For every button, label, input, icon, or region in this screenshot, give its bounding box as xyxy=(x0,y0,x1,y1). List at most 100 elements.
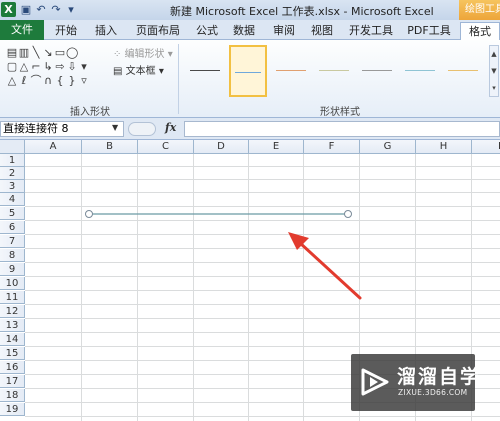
arc-shape-icon[interactable]: ∩ xyxy=(42,74,54,88)
redo-icon[interactable]: ↷ xyxy=(50,3,62,16)
undo-icon[interactable]: ↶ xyxy=(35,3,47,16)
down-arrow-shape-icon[interactable]: ⇩ xyxy=(66,60,78,74)
brace-left-shape-icon[interactable]: { xyxy=(54,74,66,88)
gridline xyxy=(25,346,500,347)
row-header-18[interactable]: 18 xyxy=(0,389,25,402)
gridline xyxy=(25,248,500,249)
style-line-preview xyxy=(405,70,435,71)
shape-style-2-selected[interactable] xyxy=(229,45,267,97)
tab-review[interactable]: 审阅 xyxy=(266,22,302,40)
tab-home[interactable]: 开始 xyxy=(46,22,86,40)
title-bar: X ▣ ↶ ↷ ▾ 新建 Microsoft Excel 工作表.xlsx - … xyxy=(0,0,500,20)
column-header-i[interactable]: I xyxy=(472,140,500,154)
excel-logo-icon[interactable]: X xyxy=(1,2,16,17)
column-header-b[interactable]: B xyxy=(82,140,138,154)
row-header-13[interactable]: 13 xyxy=(0,319,25,332)
row-header-11[interactable]: 11 xyxy=(0,291,25,304)
more-shapes-icon[interactable]: ▾ xyxy=(78,60,90,74)
formula-input[interactable] xyxy=(184,121,500,137)
row-header-12[interactable]: 12 xyxy=(0,305,25,318)
select-all-corner[interactable] xyxy=(0,140,25,154)
line-shape-icon[interactable]: ╲ xyxy=(30,46,42,60)
formula-bar-resize-handle[interactable] xyxy=(128,122,156,136)
customize-icon[interactable]: ▾ xyxy=(65,3,77,16)
column-header-a[interactable]: A xyxy=(25,140,82,154)
save-icon[interactable]: ▣ xyxy=(20,3,32,16)
column-header-g[interactable]: G xyxy=(360,140,416,154)
play-logo-icon xyxy=(361,368,389,396)
column-header-e[interactable]: E xyxy=(249,140,304,154)
column-header-c[interactable]: C xyxy=(138,140,194,154)
watermark-brand: 溜溜自学 xyxy=(397,366,482,388)
row-header-7[interactable]: 7 xyxy=(0,235,25,248)
right-arrow-shape-icon[interactable]: ⇨ xyxy=(54,60,66,74)
arrow-line-shape-icon[interactable]: ↘ xyxy=(42,46,54,60)
column-header-h[interactable]: H xyxy=(416,140,472,154)
curve-shape-icon[interactable]: ⌒ xyxy=(30,74,42,88)
elbow-arrow-shape-icon[interactable]: ↳ xyxy=(42,60,54,74)
tab-format[interactable]: 格式 xyxy=(460,22,500,40)
gridline xyxy=(25,192,500,193)
tab-developer[interactable]: 开发工具 xyxy=(343,22,399,40)
rounded-rect-shape-icon[interactable]: ▢ xyxy=(6,60,18,74)
row-header-2[interactable]: 2 xyxy=(0,167,25,180)
scroll-down-icon[interactable]: ▼ xyxy=(490,63,498,80)
style-line-preview xyxy=(362,70,392,71)
name-box[interactable]: 直接连接符 8 xyxy=(0,121,124,137)
row-header-9[interactable]: 9 xyxy=(0,263,25,276)
shape-style-7[interactable] xyxy=(444,45,482,97)
row-header-5[interactable]: 5 xyxy=(0,207,25,220)
shape-style-3[interactable] xyxy=(272,45,310,97)
column-header-f[interactable]: F xyxy=(304,140,360,154)
gridline xyxy=(25,290,500,291)
rectangle-shape-icon[interactable]: ▭ xyxy=(54,46,66,60)
shape-style-4[interactable] xyxy=(315,45,353,97)
insert-shapes-group-label: 插入形状 xyxy=(70,107,110,118)
textbox-shape-icon[interactable]: ▤ xyxy=(6,46,18,60)
insert-function-button[interactable]: fx xyxy=(165,121,176,134)
row-header-16[interactable]: 16 xyxy=(0,361,25,374)
watermark-url: ZIXUE.3D66.COM xyxy=(398,388,468,397)
expand-shapes-icon[interactable]: ▿ xyxy=(78,74,90,88)
gridline xyxy=(25,318,500,319)
edit-shape-button[interactable]: ⁘ 编辑形状 ▾ xyxy=(113,45,173,60)
shape-style-6[interactable] xyxy=(401,45,439,97)
ribbon: ▤ ▥ ╲ ↘ ▭◯ ▢ △ ⌐ ↳ ⇨ ⇩ ▾ △ ℓ ⌒ ∩{} ▿ ⁘ 编辑形状 ▾ ▤ 文本框 ▾ … xyxy=(0,40,500,118)
row-header-4[interactable]: 4 xyxy=(0,193,25,206)
scribble-shape-icon[interactable]: ℓ xyxy=(18,74,30,88)
triangle-shape-icon[interactable]: △ xyxy=(18,60,30,74)
shape-style-1[interactable] xyxy=(186,45,224,97)
shape-style-5[interactable] xyxy=(358,45,396,97)
column-header-d[interactable]: D xyxy=(194,140,249,154)
freeform-shape-icon[interactable]: △ xyxy=(6,74,18,88)
tab-page-layout[interactable]: 页面布局 xyxy=(128,22,188,40)
text-box-button[interactable]: ▤ 文本框 ▾ xyxy=(113,62,164,77)
styles-scroll-buttons[interactable]: ▲ ▼ ▾ xyxy=(489,45,499,97)
tab-pdf-tools[interactable]: PDF工具 xyxy=(402,22,456,40)
row-header-14[interactable]: 14 xyxy=(0,333,25,346)
row-header-6[interactable]: 6 xyxy=(0,221,25,234)
gridline xyxy=(193,154,194,421)
more-styles-icon[interactable]: ▾ xyxy=(490,80,498,97)
row-header-10[interactable]: 10 xyxy=(0,277,25,290)
vertical-textbox-shape-icon[interactable]: ▥ xyxy=(18,46,30,60)
oval-shape-icon[interactable]: ◯ xyxy=(66,46,78,60)
tab-file[interactable]: 文件 xyxy=(0,20,44,40)
row-header-19[interactable]: 19 xyxy=(0,403,25,416)
brace-right-shape-icon[interactable]: } xyxy=(66,74,78,88)
tab-insert[interactable]: 插入 xyxy=(88,22,124,40)
gridline xyxy=(25,332,500,333)
watermark: 溜溜自学 ZIXUE.3D66.COM xyxy=(351,354,479,411)
drawing-tools-context-title: 绘图工具 xyxy=(459,0,500,20)
row-header-17[interactable]: 17 xyxy=(0,375,25,388)
name-box-dropdown-icon[interactable]: ▼ xyxy=(112,121,118,135)
row-header-1[interactable]: 1 xyxy=(0,154,25,167)
row-header-15[interactable]: 15 xyxy=(0,347,25,360)
elbow-connector-shape-icon[interactable]: ⌐ xyxy=(30,60,42,74)
tab-formulas[interactable]: 公式 xyxy=(190,22,224,40)
tab-view[interactable]: 视图 xyxy=(304,22,340,40)
tab-data[interactable]: 数据 xyxy=(226,22,262,40)
scroll-up-icon[interactable]: ▲ xyxy=(490,46,498,63)
row-header-8[interactable]: 8 xyxy=(0,249,25,262)
row-header-3[interactable]: 3 xyxy=(0,180,25,193)
